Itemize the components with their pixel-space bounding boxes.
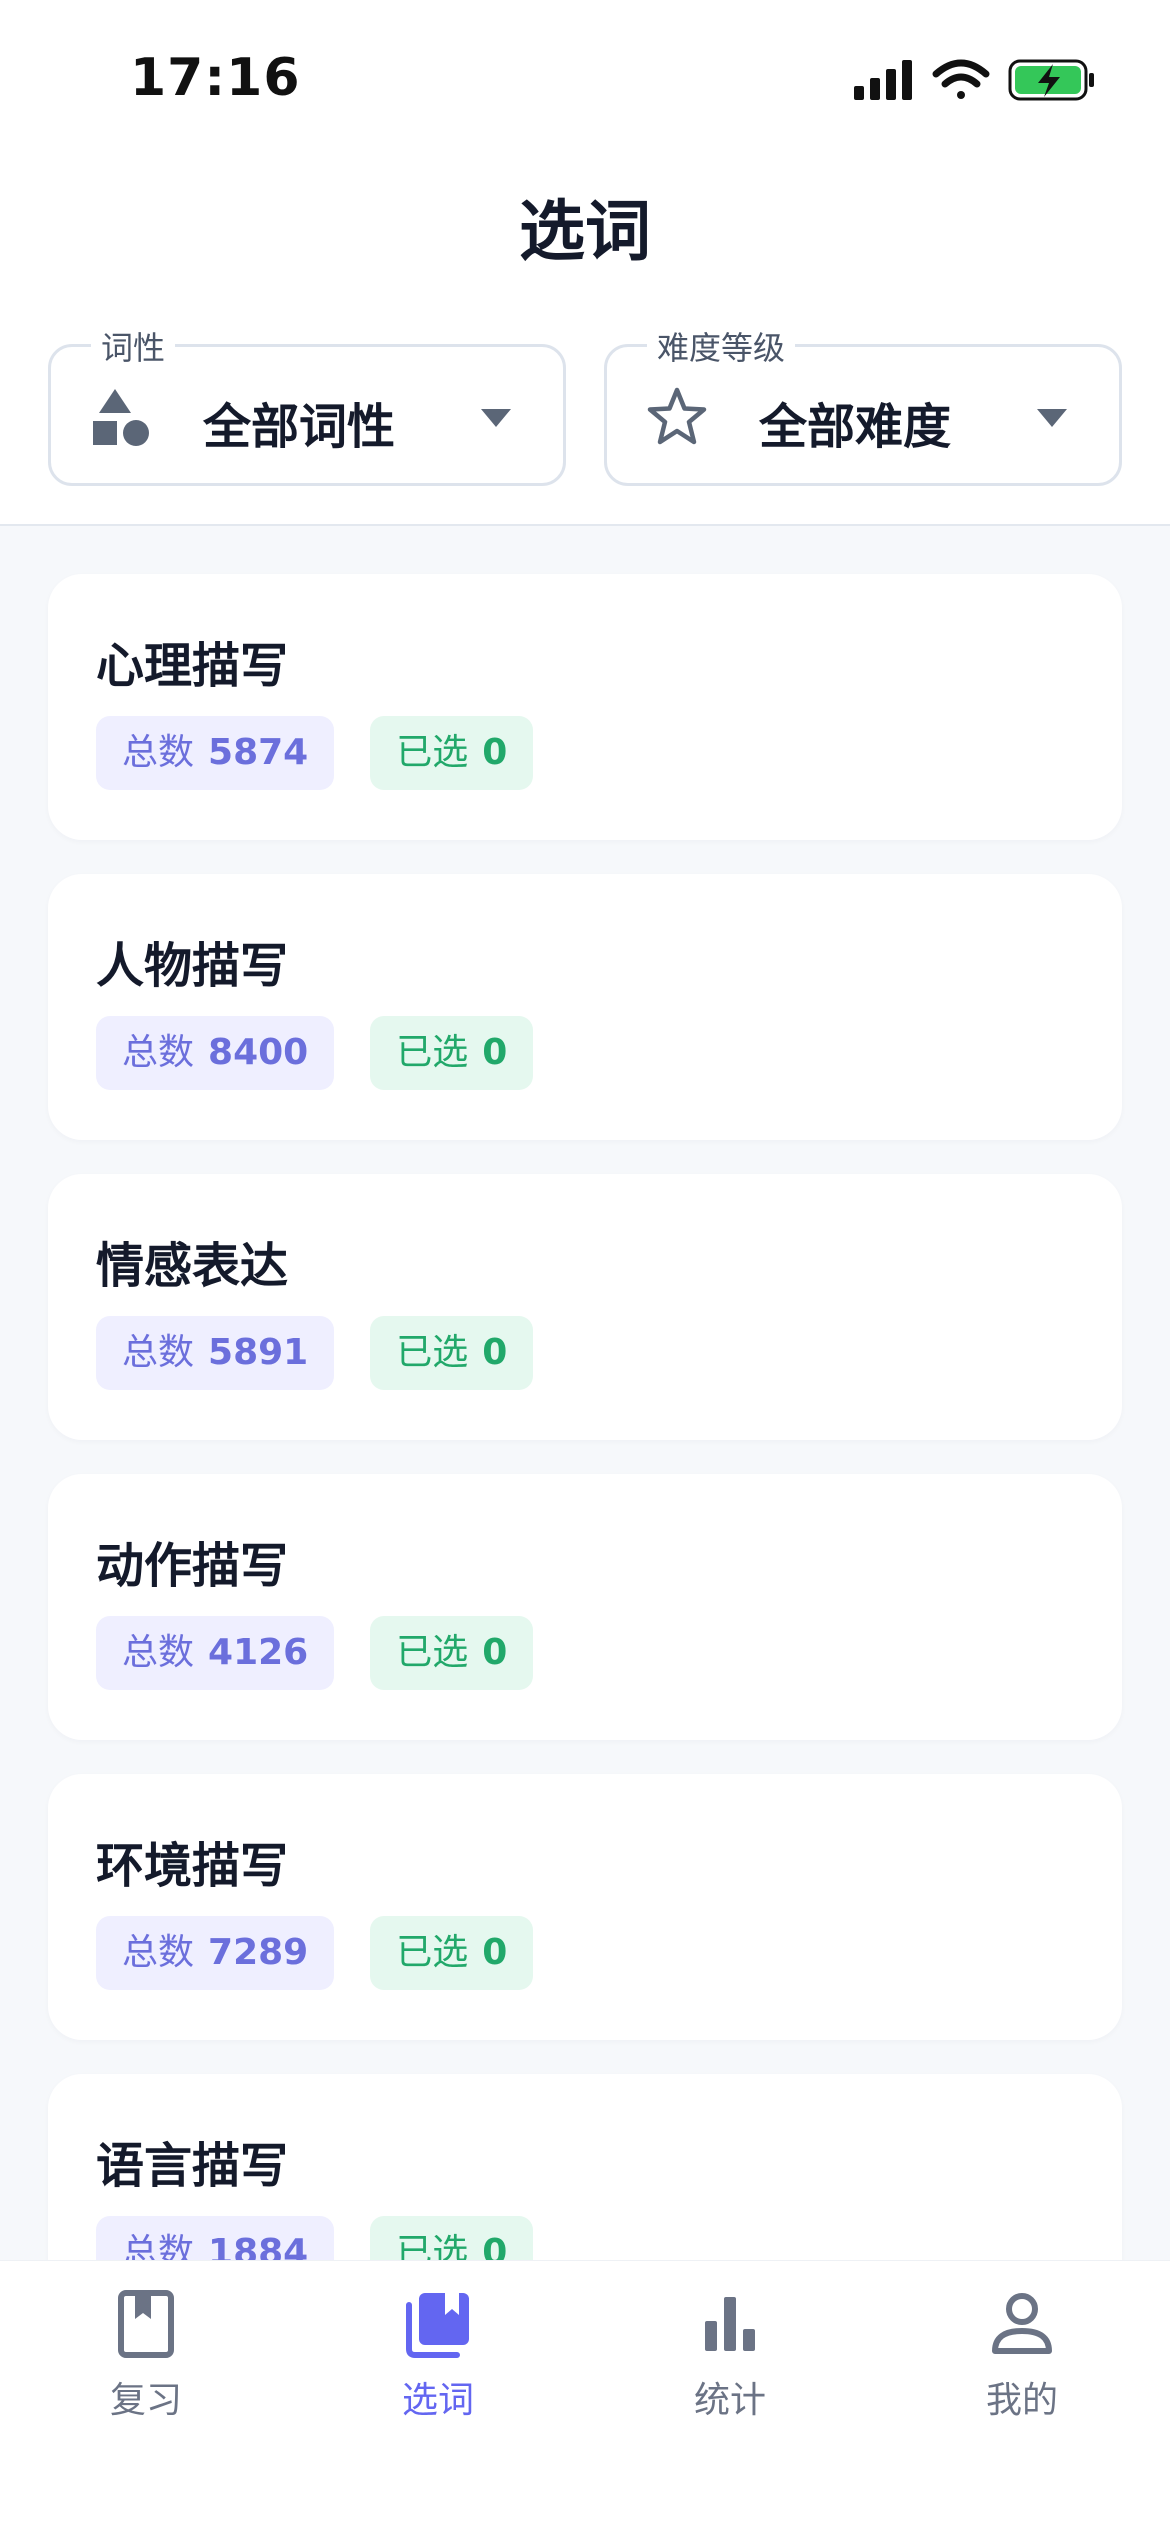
wifi-icon <box>932 59 990 99</box>
selected-count-badge: 已选 0 <box>370 1316 534 1390</box>
category-title: 心理描写 <box>96 638 289 694</box>
category-title: 动作描写 <box>96 1538 289 1594</box>
tab-label: 统计 <box>693 2380 766 2421</box>
total-count-badge: 总数 5891 <box>96 1316 335 1390</box>
category-card[interactable]: 情感表达 总数 5891 已选 0 <box>48 1174 1122 1440</box>
selected-count-badge: 已选 0 <box>370 1916 534 1990</box>
total-count-badge: 总数 5874 <box>96 716 335 790</box>
status-time: 17:16 <box>130 48 301 108</box>
status-icons <box>854 59 1094 101</box>
page-title: 选词 <box>519 193 651 270</box>
category-title: 语言描写 <box>96 2138 289 2194</box>
shapes-icon <box>93 389 149 446</box>
tab-label: 我的 <box>985 2380 1058 2421</box>
filter-value: 全部难度 <box>759 399 952 455</box>
library-icon <box>406 2293 469 2358</box>
person-icon <box>992 2293 1052 2354</box>
tab-label: 选词 <box>401 2380 474 2421</box>
caret-down-icon <box>1037 409 1067 427</box>
category-title: 环境描写 <box>96 1838 289 1894</box>
category-title: 情感表达 <box>96 1238 289 1294</box>
tab-statistics[interactable]: 统计 <box>630 2289 830 2423</box>
category-card[interactable]: 环境描写 总数 7289 已选 0 <box>48 1774 1122 2040</box>
total-count-badge: 总数 8400 <box>96 1016 335 1090</box>
category-card[interactable]: 心理描写 总数 5874 已选 0 <box>48 574 1122 840</box>
category-card[interactable]: 动作描写 总数 4126 已选 0 <box>48 1474 1122 1740</box>
category-title: 人物描写 <box>96 938 289 994</box>
filter-label: 难度等级 <box>647 323 796 369</box>
category-card[interactable]: 人物描写 总数 8400 已选 0 <box>48 874 1122 1140</box>
battery-charging-icon <box>1008 59 1094 101</box>
tab-select-words[interactable]: 选词 <box>338 2289 538 2423</box>
tab-label: 复习 <box>109 2380 182 2421</box>
bar-chart-icon <box>705 2297 755 2351</box>
selected-count-badge: 已选 0 <box>370 716 534 790</box>
caret-down-icon <box>481 409 511 427</box>
tab-bar: 复习 选词 统计 我的 <box>0 2260 1170 2533</box>
top-panel: 17:16 选词 词性 全部词性 难度等级 全部难度 <box>0 0 1170 526</box>
filter-label: 词性 <box>91 323 176 369</box>
filter-value: 全部词性 <box>203 399 396 455</box>
total-count-badge: 总数 4126 <box>96 1616 335 1690</box>
book-icon <box>118 2290 174 2358</box>
star-icon <box>647 387 707 445</box>
selected-count-badge: 已选 0 <box>370 1616 534 1690</box>
tab-review[interactable]: 复习 <box>46 2289 246 2423</box>
signal-icon <box>854 60 912 100</box>
selected-count-badge: 已选 0 <box>370 1016 534 1090</box>
total-count-badge: 总数 7289 <box>96 1916 335 1990</box>
tab-profile[interactable]: 我的 <box>922 2289 1122 2423</box>
part-of-speech-filter[interactable]: 词性 全部词性 <box>48 323 566 486</box>
difficulty-filter[interactable]: 难度等级 全部难度 <box>604 323 1122 486</box>
